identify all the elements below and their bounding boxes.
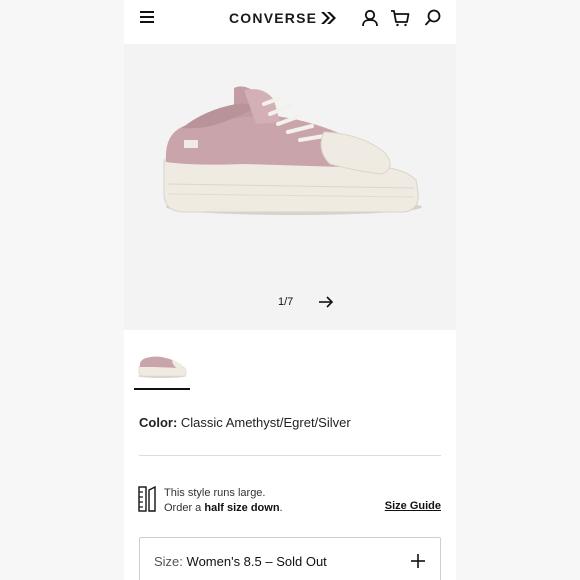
fit-note: This style runs large. Order a half size…: [164, 486, 283, 516]
product-shoe-image: [163, 86, 422, 215]
brand-logo[interactable]: CONVERSE: [229, 9, 337, 27]
product-image-carousel[interactable]: 1/7: [124, 44, 456, 330]
search-icon[interactable]: [423, 8, 443, 28]
thumbnail-selected-indicator: [134, 388, 190, 390]
color-info: Color: Classic Amethyst/Egret/Silver: [139, 415, 351, 430]
image-counter: 1/7: [278, 296, 294, 308]
plus-icon[interactable]: [410, 553, 426, 569]
divider: [139, 455, 441, 456]
fit-note-line1: This style runs large.: [164, 487, 266, 499]
fit-note-line2: Order a half size down.: [164, 502, 283, 514]
size-selector[interactable]: Size: Women's 8.5 – Sold Out: [139, 537, 441, 580]
size-value: Women's 8.5 – Sold Out: [186, 554, 327, 569]
site-header: CONVERSE: [124, 0, 456, 45]
brand-name: CONVERSE: [229, 10, 318, 26]
size-label: Size:: [154, 554, 183, 569]
chevron-logo-icon: [321, 12, 337, 24]
color-value: Classic Amethyst/Egret/Silver: [180, 415, 351, 430]
account-icon[interactable]: [360, 8, 380, 28]
ruler-icon: [138, 486, 156, 512]
menu-icon[interactable]: [140, 11, 156, 25]
arrow-right-icon[interactable]: [318, 295, 334, 309]
color-label: Color:: [139, 415, 178, 430]
thumbnail-image[interactable]: [134, 340, 190, 388]
cart-icon[interactable]: [390, 8, 410, 28]
product-page: CONVERSE 1/7 Color: Classic Amethyst/Egr…: [124, 0, 456, 580]
size-guide-link[interactable]: Size Guide: [385, 500, 441, 512]
size-selector-text: Size: Women's 8.5 – Sold Out: [154, 554, 327, 569]
